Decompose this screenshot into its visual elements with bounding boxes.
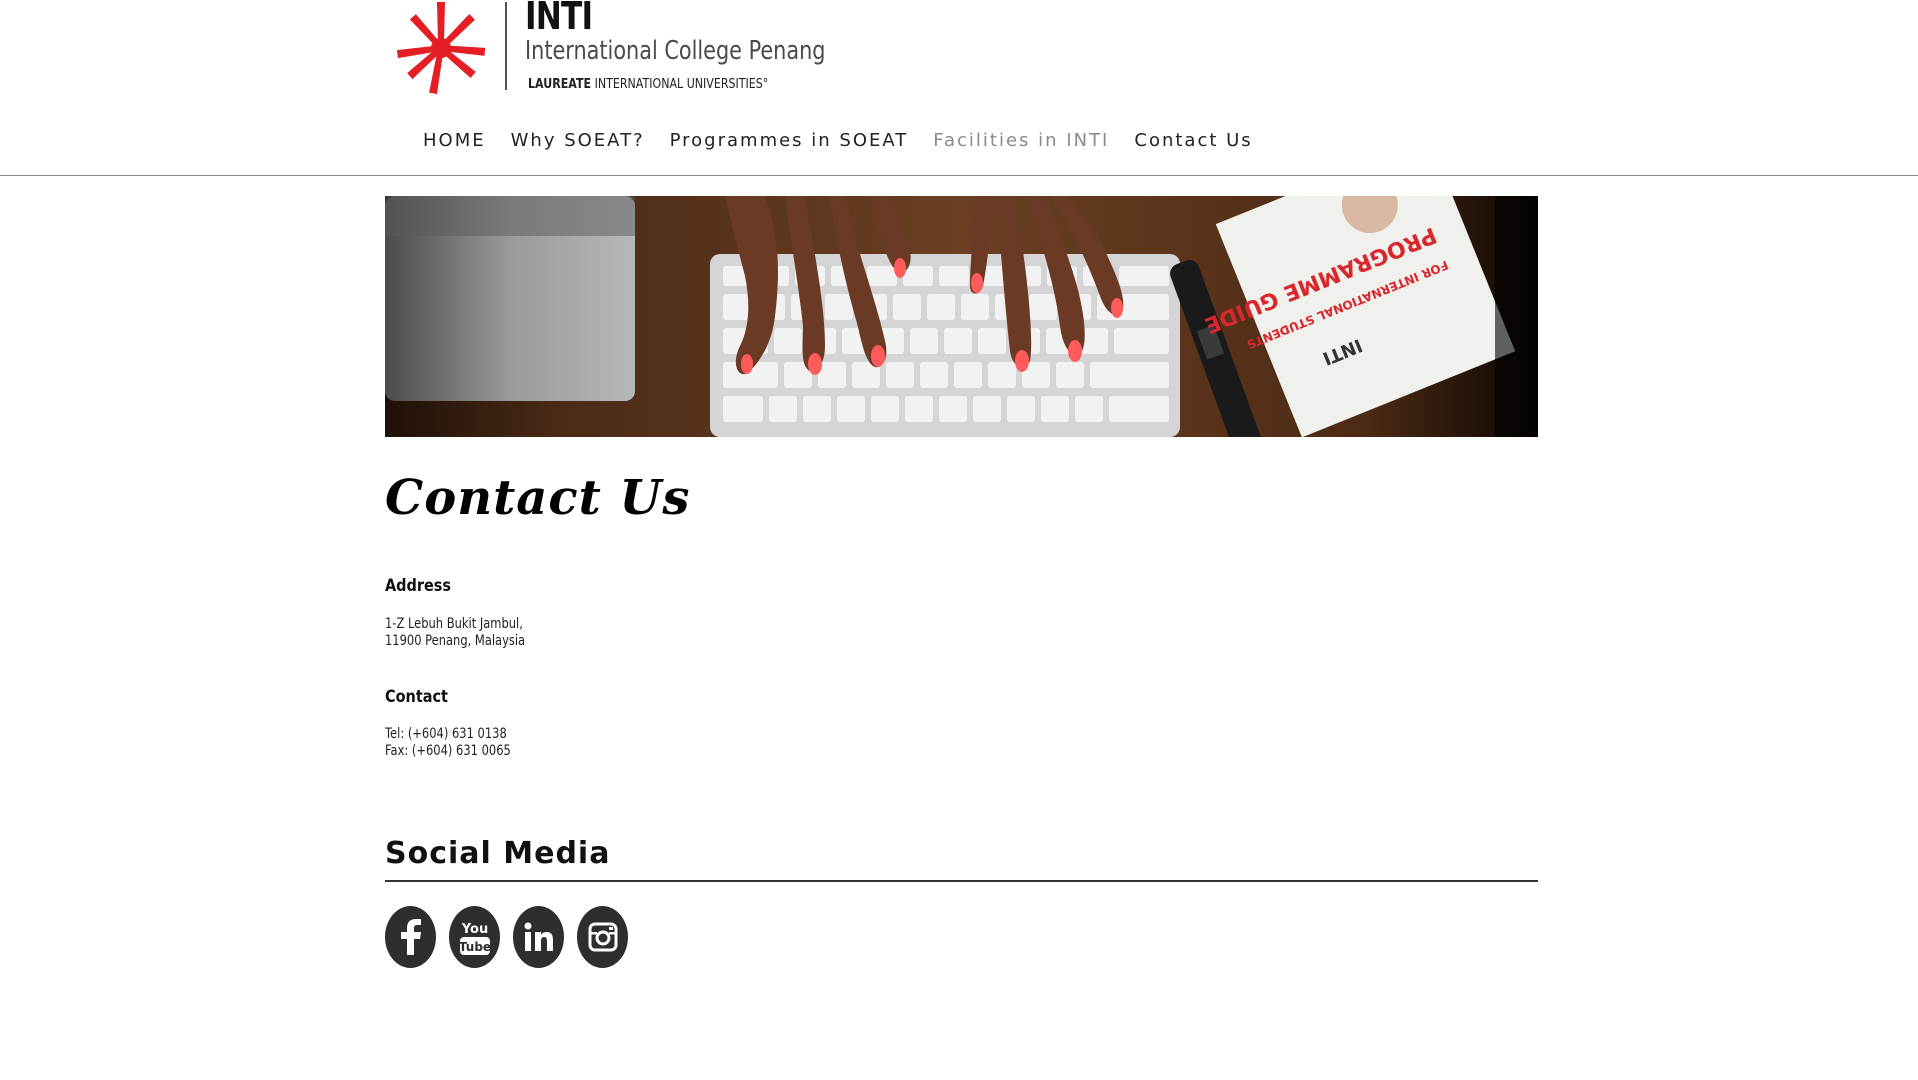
social-media-title: Social Media xyxy=(385,836,611,871)
logo-laureate-rest: INTERNATIONAL UNIVERSITIES° xyxy=(594,77,769,92)
inti-star-logo-icon xyxy=(396,2,486,94)
page-title: Contact Us xyxy=(385,470,691,526)
contact-heading: Contact xyxy=(385,687,448,707)
youtube-icon[interactable]: You Tube xyxy=(449,906,500,968)
address-line-2: 11900 Penang, Malaysia xyxy=(385,633,526,649)
facebook-icon[interactable] xyxy=(385,906,436,968)
linkedin-icon[interactable] xyxy=(513,906,564,968)
nav-facilities[interactable]: Facilities in INTI xyxy=(933,130,1109,151)
contact-block: Tel: (+604) 631 0138 Fax: (+604) 631 006… xyxy=(385,726,511,760)
logo-college-text: International College Penang xyxy=(525,36,826,66)
youtube-you-text: You xyxy=(460,922,487,937)
social-divider xyxy=(385,880,1538,882)
main-nav: HOME Why SOEAT? Programmes in SOEAT Faci… xyxy=(423,130,1278,151)
nav-home[interactable]: HOME xyxy=(423,130,486,151)
logo-brand-text: INTI xyxy=(525,0,593,38)
hero-banner-image: PROGRAMME GUIDE FOR INTERNATIONAL STUDEN… xyxy=(385,196,1538,437)
nav-contact-us[interactable]: Contact Us xyxy=(1134,130,1252,151)
instagram-icon[interactable] xyxy=(577,906,628,968)
logo-laureate-bold: LAUREATE xyxy=(528,77,592,92)
logo-network-text: LAUREATE INTERNATIONAL UNIVERSITIES° xyxy=(528,77,768,92)
youtube-tube-text: Tube xyxy=(458,940,490,954)
address-block: 1-Z Lebuh Bukit Jambul, 11900 Penang, Ma… xyxy=(385,616,525,650)
social-icon-list: You Tube xyxy=(385,906,628,968)
nav-why-soeat[interactable]: Why SOEAT? xyxy=(511,130,645,151)
address-line-1: 1-Z Lebuh Bukit Jambul, xyxy=(385,616,523,632)
inti-logo[interactable]: INTI International College Penang LAUREA… xyxy=(395,0,855,100)
address-heading: Address xyxy=(385,576,452,596)
contact-fax: Fax: (+604) 631 0065 xyxy=(385,743,511,759)
logo-divider xyxy=(505,2,507,90)
site-header: INTI International College Penang LAUREA… xyxy=(0,0,1918,176)
nav-programmes[interactable]: Programmes in SOEAT xyxy=(670,130,909,151)
contact-tel: Tel: (+604) 631 0138 xyxy=(385,726,507,742)
